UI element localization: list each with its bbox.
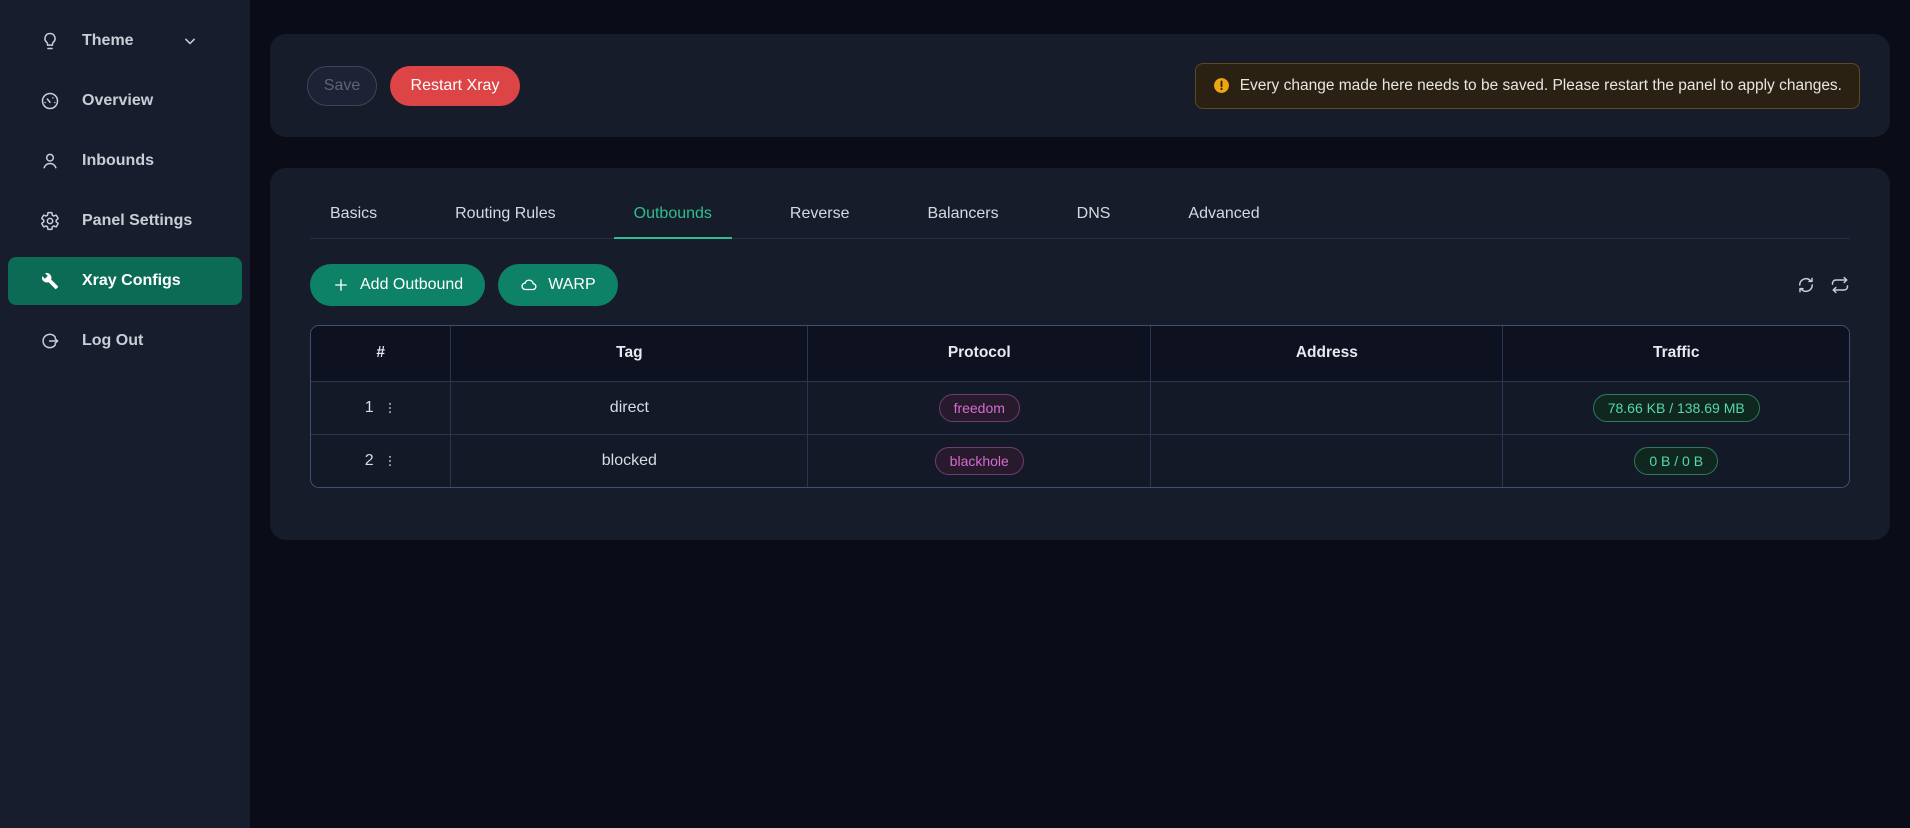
tab-basics[interactable]: Basics	[310, 205, 397, 239]
app-root: Theme Overview Inbounds Panel Settings	[0, 0, 1910, 828]
warning-icon	[1213, 77, 1230, 94]
tab-reverse[interactable]: Reverse	[770, 205, 870, 239]
chevron-down-icon	[180, 31, 200, 51]
dashboard-icon	[40, 91, 60, 111]
col-header-tag: Tag	[451, 326, 808, 381]
bulb-icon	[40, 31, 60, 51]
col-header-traffic: Traffic	[1503, 326, 1849, 381]
sidebar-item-inbounds[interactable]: Inbounds	[8, 137, 242, 185]
protocol-badge: freedom	[939, 394, 1020, 422]
plus-icon	[332, 276, 350, 294]
col-header-address: Address	[1151, 326, 1503, 381]
table-row: 1 direct freedom 78.66 KB / 138.69 MB	[311, 381, 1849, 434]
wrench-icon	[40, 271, 60, 291]
restart-xray-button[interactable]: Restart Xray	[390, 66, 520, 106]
add-outbound-button[interactable]: Add Outbound	[310, 264, 485, 306]
col-header-protocol: Protocol	[808, 326, 1151, 381]
outbounds-table: # Tag Protocol Address Traffic 1	[310, 325, 1850, 488]
save-button[interactable]: Save	[307, 66, 377, 106]
address-cell	[1151, 381, 1503, 434]
sidebar-item-label: Inbounds	[82, 152, 154, 170]
actions-row: Add Outbound WARP	[310, 264, 1850, 306]
unsaved-changes-alert: Every change made here needs to be saved…	[1195, 63, 1860, 109]
sidebar-item-overview[interactable]: Overview	[8, 77, 242, 125]
tab-routing-rules[interactable]: Routing Rules	[435, 205, 576, 239]
row-menu-icon[interactable]	[383, 452, 397, 470]
row-number: 1	[365, 399, 374, 417]
protocol-badge: blackhole	[935, 447, 1024, 475]
main-content: Save Restart Xray Every change made here…	[250, 0, 1910, 828]
tab-outbounds[interactable]: Outbounds	[614, 205, 732, 239]
address-cell	[1151, 434, 1503, 487]
tab-balancers[interactable]: Balancers	[907, 205, 1018, 239]
table-tools	[1796, 275, 1850, 295]
tab-dns[interactable]: DNS	[1057, 205, 1131, 239]
traffic-badge: 78.66 KB / 138.69 MB	[1593, 394, 1760, 422]
gear-icon	[40, 211, 60, 231]
table-row: 2 blocked blackhole 0 B / 0 B	[311, 434, 1849, 487]
traffic-badge: 0 B / 0 B	[1634, 447, 1718, 475]
sidebar-item-theme[interactable]: Theme	[8, 17, 242, 65]
sidebar-item-label: Log Out	[82, 332, 143, 350]
col-header-num: #	[311, 326, 451, 381]
warp-button[interactable]: WARP	[498, 264, 617, 306]
tab-advanced[interactable]: Advanced	[1168, 205, 1279, 239]
sidebar-item-xray-configs[interactable]: Xray Configs	[8, 257, 242, 305]
toolbar-card: Save Restart Xray Every change made here…	[270, 34, 1890, 137]
row-number: 2	[365, 452, 374, 470]
tag-cell: direct	[451, 381, 808, 434]
logout-icon	[40, 331, 60, 351]
sidebar-item-label: Theme	[82, 32, 134, 50]
cloud-icon	[520, 276, 538, 294]
sidebar-item-label: Panel Settings	[82, 212, 192, 230]
alert-text: Every change made here needs to be saved…	[1240, 77, 1842, 95]
sidebar-item-log-out[interactable]: Log Out	[8, 317, 242, 365]
sidebar-item-panel-settings[interactable]: Panel Settings	[8, 197, 242, 245]
xray-config-card: Basics Routing Rules Outbounds Reverse B…	[270, 168, 1890, 540]
repeat-icon[interactable]	[1830, 275, 1850, 295]
user-icon	[40, 151, 60, 171]
add-outbound-label: Add Outbound	[360, 276, 463, 294]
row-menu-icon[interactable]	[383, 399, 397, 417]
config-tabs: Basics Routing Rules Outbounds Reverse B…	[310, 168, 1850, 239]
sidebar-item-label: Overview	[82, 92, 153, 110]
refresh-icon[interactable]	[1796, 275, 1816, 295]
table-header-row: # Tag Protocol Address Traffic	[311, 326, 1849, 381]
sidebar-item-label: Xray Configs	[82, 272, 181, 290]
tag-cell: blocked	[451, 434, 808, 487]
warp-label: WARP	[548, 276, 595, 294]
sidebar: Theme Overview Inbounds Panel Settings	[0, 0, 250, 828]
